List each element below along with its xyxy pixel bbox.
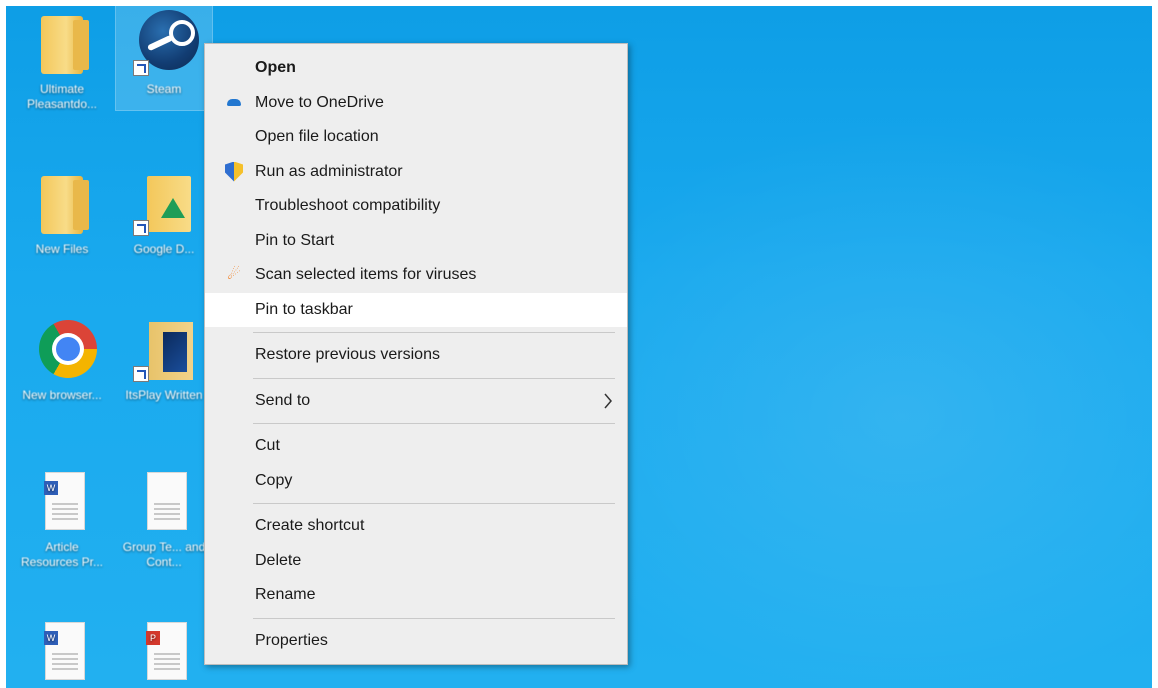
menu-item-open-file-location[interactable]: Open file location <box>205 120 627 155</box>
steam-icon <box>133 10 199 76</box>
menu-item-copy[interactable]: Copy <box>205 464 627 499</box>
menu-item-scan-for-viruses[interactable]: ☄ Scan selected items for viruses <box>205 258 627 293</box>
menu-item-label: Rename <box>255 586 316 603</box>
chrome-icon <box>31 316 97 382</box>
menu-separator <box>253 423 615 424</box>
desktop-icon-label: New Files <box>35 242 89 256</box>
desktop-icon-doc-4[interactable]: P <box>116 614 212 688</box>
menu-item-label: Run as administrator <box>255 162 403 180</box>
shield-icon <box>225 161 243 182</box>
menu-item-run-as-administrator[interactable]: Run as administrator <box>205 155 627 190</box>
avast-icon: ☄ <box>227 266 241 283</box>
menu-item-label: Properties <box>255 631 328 649</box>
desktop-icon-chrome[interactable]: New browser... <box>14 312 110 403</box>
menu-item-create-shortcut[interactable]: Create shortcut <box>205 509 627 544</box>
desktop-icon-label: Ultimate Pleasantdo... <box>26 82 98 111</box>
folder-icon <box>31 170 93 236</box>
menu-item-label: Cut <box>255 437 280 454</box>
menu-item-cut[interactable]: Cut <box>205 429 627 464</box>
desktop-icon-google-drive[interactable]: Google D... <box>116 166 212 257</box>
menu-item-label: Pin to taskbar <box>255 300 353 318</box>
menu-item-label: Send to <box>255 391 311 409</box>
onedrive-icon <box>227 98 241 106</box>
shortcut-arrow-icon <box>133 220 149 236</box>
menu-item-open[interactable]: Open <box>205 51 627 86</box>
desktop-icon-doc-1[interactable]: W Article Resources Pr... <box>14 464 110 570</box>
word-document-icon: W <box>31 618 93 684</box>
menu-item-send-to[interactable]: Send to <box>205 384 627 419</box>
desktop-icon-label: Steam <box>146 82 182 96</box>
folder-icon <box>31 10 93 76</box>
desktop[interactable]: Ultimate Pleasantdo... New Files New bro… <box>6 6 1152 688</box>
pdf-document-icon: P <box>133 618 195 684</box>
menu-item-label: Open file location <box>255 128 379 145</box>
menu-item-label: Troubleshoot compatibility <box>255 197 441 214</box>
desktop-icon-folder-1[interactable]: Ultimate Pleasantdo... <box>14 6 110 112</box>
context-menu: Open Move to OneDrive Open file location… <box>204 43 628 665</box>
menu-separator <box>253 503 615 504</box>
desktop-icon-label: New browser... <box>22 388 102 402</box>
menu-separator <box>253 377 615 379</box>
menu-item-pin-to-start[interactable]: Pin to Start <box>205 224 627 259</box>
menu-item-move-to-onedrive[interactable]: Move to OneDrive <box>205 86 627 121</box>
document-icon <box>133 468 195 534</box>
menu-item-rename[interactable]: Rename <box>205 578 627 613</box>
desktop-icon-new-files[interactable]: New Files <box>14 166 110 257</box>
desktop-icon-doc-2[interactable]: Group Te... and Cont... <box>116 464 212 570</box>
google-drive-folder-icon <box>133 170 195 236</box>
menu-item-properties[interactable]: Properties <box>205 624 627 659</box>
menu-item-pin-to-taskbar[interactable]: Pin to taskbar <box>205 292 627 327</box>
chevron-right-icon <box>604 393 612 408</box>
shortcut-arrow-icon <box>133 366 149 382</box>
desktop-icon-label: Group Te... and Cont... <box>122 540 206 569</box>
menu-item-label: Scan selected items for viruses <box>255 266 477 283</box>
menu-item-label: Open <box>255 59 296 76</box>
desktop-icon-label: Google D... <box>133 242 195 256</box>
menu-item-label: Create shortcut <box>255 517 365 534</box>
desktop-icon-folder-2[interactable]: ItsPlay Written <box>116 312 212 403</box>
menu-item-troubleshoot-compatibility[interactable]: Troubleshoot compatibility <box>205 189 627 224</box>
menu-item-label: Pin to Start <box>255 231 335 249</box>
word-document-icon: W <box>31 468 93 534</box>
menu-item-delete[interactable]: Delete <box>205 544 627 579</box>
desktop-icon-doc-3[interactable]: W <box>14 614 110 688</box>
menu-item-label: Copy <box>255 471 293 489</box>
desktop-icon-label: ItsPlay Written <box>125 388 203 402</box>
menu-item-restore-previous-versions[interactable]: Restore previous versions <box>205 338 627 373</box>
menu-separator <box>253 617 615 619</box>
menu-item-label: Delete <box>255 551 302 569</box>
desktop-icon-label: Article Resources Pr... <box>20 540 104 569</box>
desktop-icon-steam[interactable]: Steam <box>115 6 213 111</box>
menu-separator <box>253 332 615 333</box>
shortcut-arrow-icon <box>133 60 149 76</box>
menu-item-label: Restore previous versions <box>255 346 440 363</box>
folder-icon <box>133 316 195 382</box>
menu-item-label: Move to OneDrive <box>255 93 384 111</box>
